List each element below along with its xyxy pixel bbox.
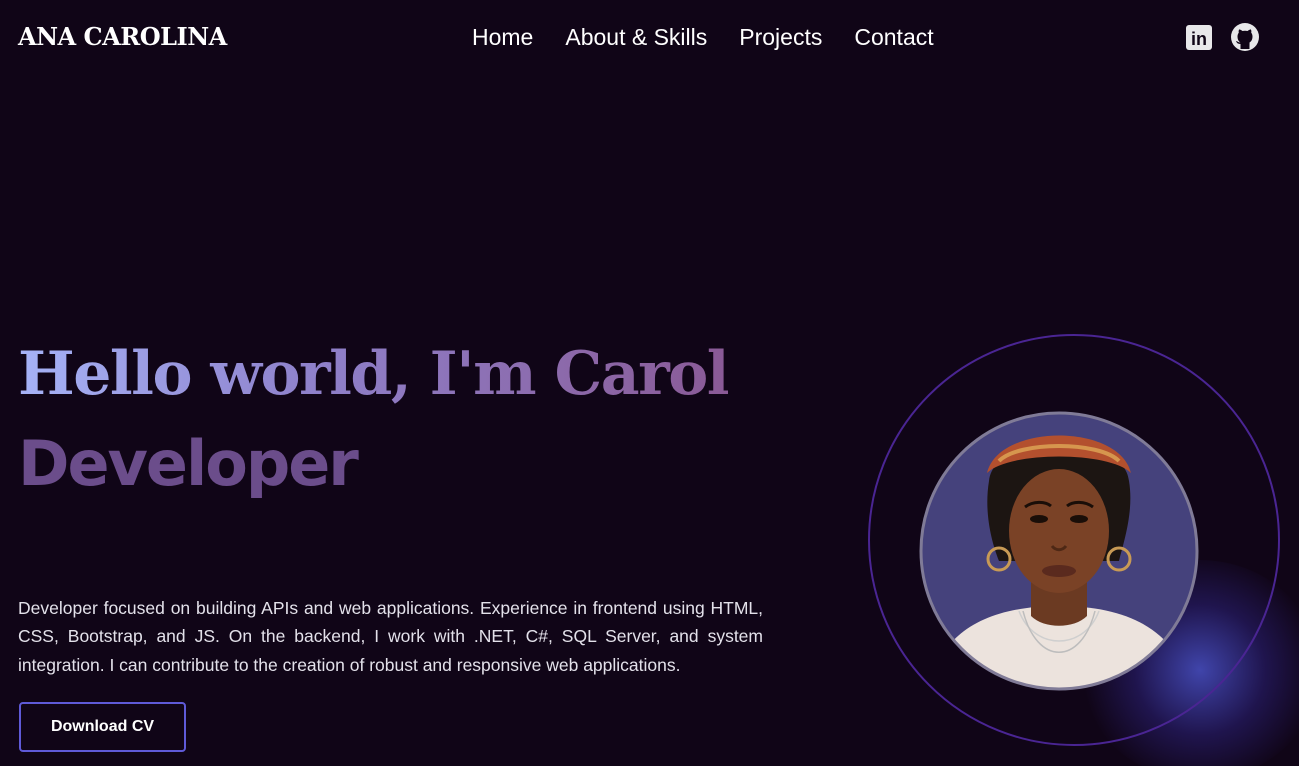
nav-projects[interactable]: Projects [739,24,822,51]
nav-home[interactable]: Home [472,24,533,51]
nav-about-skills[interactable]: About & Skills [565,24,707,51]
hero-greeting: Hello world, I'm Carol [18,336,730,412]
social-links: in [1184,22,1260,52]
hero-role: Developer [18,427,359,500]
main-nav: Home About & Skills Projects Contact [472,24,934,51]
site-logo[interactable]: ANA CAROLINA [18,22,227,51]
hero-description: Developer focused on building APIs and w… [18,597,763,675]
nav-contact[interactable]: Contact [854,24,933,51]
linkedin-icon[interactable]: in [1184,22,1214,52]
github-icon[interactable] [1230,22,1260,52]
linkedin-label: in [1191,29,1207,49]
download-cv-button[interactable]: Download CV [19,702,186,752]
profile-portrait [919,411,1199,691]
